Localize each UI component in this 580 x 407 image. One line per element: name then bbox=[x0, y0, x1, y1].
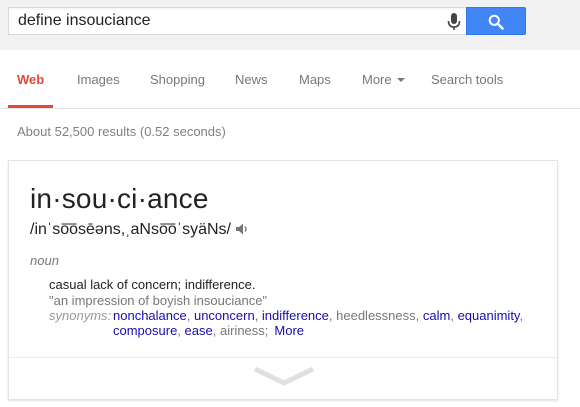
synonym[interactable]: equanimity bbox=[458, 308, 520, 323]
result-stats: About 52,500 results (0.52 seconds) bbox=[17, 124, 226, 139]
tab-news[interactable]: News bbox=[235, 72, 268, 87]
chevron-down-icon[interactable] bbox=[252, 366, 316, 388]
tab-search-tools[interactable]: Search tools bbox=[431, 72, 503, 87]
search-input[interactable] bbox=[18, 11, 438, 31]
synonyms-list: nonchalance, unconcern, indifference, he… bbox=[113, 308, 533, 338]
active-tab-indicator bbox=[8, 105, 53, 108]
tab-web[interactable]: Web bbox=[17, 72, 44, 87]
tab-shopping[interactable]: Shopping bbox=[150, 72, 205, 87]
headword: in·sou·ci·ance bbox=[30, 183, 209, 214]
synonym[interactable]: composure bbox=[113, 323, 177, 338]
synonym: heedlessness bbox=[336, 308, 416, 323]
search-tabs: Web Images Shopping News Maps More Searc… bbox=[0, 50, 580, 109]
pronunciation: /inˈso͞osēəns,ˌaNso͞oˈsyäNs/ bbox=[30, 221, 249, 241]
magnifier-icon bbox=[488, 14, 504, 30]
microphone-icon[interactable] bbox=[446, 13, 462, 31]
synonym-separator: , bbox=[212, 323, 220, 338]
synonym-separator: , bbox=[415, 308, 423, 323]
caret-down-icon bbox=[396, 78, 405, 82]
synonym-separator: , bbox=[450, 308, 458, 323]
part-of-speech: noun bbox=[30, 253, 59, 268]
synonym[interactable]: calm bbox=[423, 308, 450, 323]
dictionary-card: in·sou·ci·ance /inˈso͞osēəns,ˌaNso͞oˈsyä… bbox=[8, 160, 558, 400]
synonyms-label: synonyms: bbox=[49, 308, 112, 323]
tab-more[interactable]: More bbox=[362, 72, 405, 87]
card-divider bbox=[9, 357, 557, 358]
search-button[interactable] bbox=[466, 7, 526, 35]
top-bar bbox=[0, 0, 580, 50]
pronunciation-text: /inˈso͞osēəns,ˌaNso͞oˈsyäNs/ bbox=[30, 221, 231, 238]
synonym-separator: ; bbox=[264, 323, 269, 338]
synonym-separator: , bbox=[254, 308, 262, 323]
results-area: About 52,500 results (0.52 seconds) in·s… bbox=[0, 109, 580, 407]
synonym-separator: , bbox=[519, 308, 524, 323]
synonym[interactable]: unconcern bbox=[194, 308, 255, 323]
tab-images[interactable]: Images bbox=[77, 72, 120, 87]
synonym[interactable]: indifference bbox=[262, 308, 329, 323]
definition-text: casual lack of concern; indifference. bbox=[49, 277, 256, 292]
synonyms-more-link[interactable]: More bbox=[274, 323, 304, 338]
synonym-separator: , bbox=[186, 308, 194, 323]
synonym[interactable]: nonchalance bbox=[113, 308, 187, 323]
synonym[interactable]: ease bbox=[185, 323, 213, 338]
example-text: "an impression of boyish insouciance" bbox=[49, 293, 268, 308]
speaker-icon[interactable] bbox=[235, 222, 249, 241]
search-box[interactable] bbox=[8, 7, 466, 35]
synonym: airiness bbox=[219, 323, 265, 338]
tab-more-label: More bbox=[362, 72, 392, 87]
synonym-separator: , bbox=[177, 323, 185, 338]
tab-maps[interactable]: Maps bbox=[299, 72, 331, 87]
